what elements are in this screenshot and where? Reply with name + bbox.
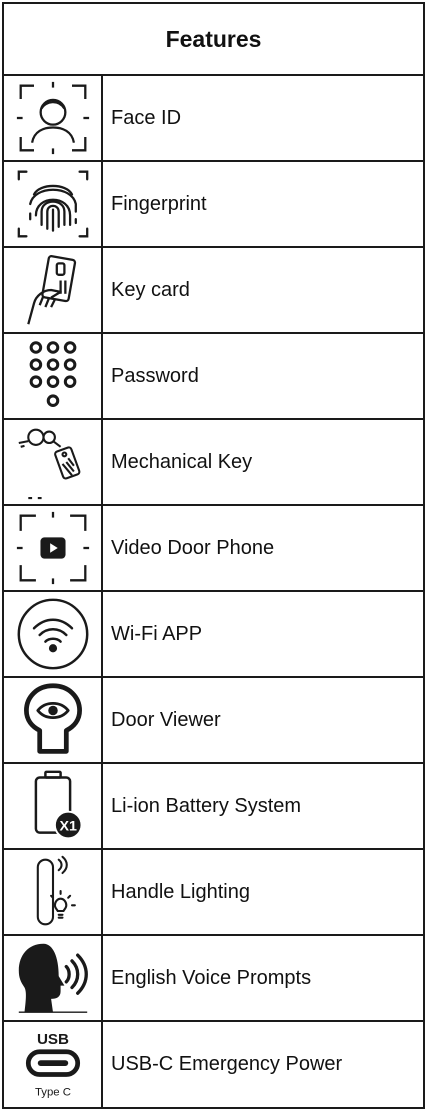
handle-lighting-icon <box>4 850 103 934</box>
feature-label: Face ID <box>111 106 182 129</box>
feature-label: Door Viewer <box>111 708 221 731</box>
feature-row-video-door-phone: Video Door Phone <box>4 506 423 592</box>
feature-label: Fingerprint <box>111 192 207 215</box>
feature-label: Li-ion Battery System <box>111 794 302 817</box>
feature-label: Video Door Phone <box>111 536 275 559</box>
feature-label: Wi-Fi APP <box>111 622 203 645</box>
feature-row-voice-prompts: English Voice Prompts <box>4 936 423 1022</box>
mechanical-key-icon <box>4 420 103 504</box>
voice-prompts-icon <box>4 936 103 1020</box>
feature-row-key-card: Key card <box>4 248 423 334</box>
feature-row-wifi-app: Wi-Fi APP <box>4 592 423 678</box>
feature-row-handle-lighting: Handle Lighting <box>4 850 423 936</box>
usb-text: USB <box>36 1031 68 1048</box>
fingerprint-icon <box>4 162 103 246</box>
video-door-phone-icon <box>4 506 103 590</box>
type-c-text: Type C <box>34 1086 70 1098</box>
door-viewer-icon <box>4 678 103 762</box>
feature-row-fingerprint: Fingerprint <box>4 162 423 248</box>
feature-label: USB-C Emergency Power <box>111 1053 343 1075</box>
feature-row-battery: X1 Li-ion Battery System <box>4 764 423 850</box>
usb-c-icon: USB Type C <box>4 1022 103 1107</box>
features-table: Features Face ID Fingerprint Key card Pa… <box>2 2 425 1109</box>
key-card-icon <box>4 248 103 332</box>
battery-badge: X1 <box>59 819 77 835</box>
keypad-icon <box>4 334 103 418</box>
table-header: Features <box>4 4 423 76</box>
table-title: Features <box>165 25 262 52</box>
wifi-icon <box>4 592 103 676</box>
feature-label: Handle Lighting <box>111 880 250 903</box>
feature-label: Mechanical Key <box>111 450 253 473</box>
feature-row-door-viewer: Door Viewer <box>4 678 423 764</box>
feature-label: English Voice Prompts <box>111 966 312 989</box>
feature-row-password: Password <box>4 334 423 420</box>
feature-row-face-id: Face ID <box>4 76 423 162</box>
feature-row-mechanical-key: Mechanical Key <box>4 420 423 506</box>
face-id-icon <box>4 76 103 160</box>
battery-icon: X1 <box>4 764 103 848</box>
feature-label: Password <box>111 364 199 387</box>
feature-row-usb-c: USB Type C USB-C Emergency Power <box>4 1022 423 1107</box>
feature-label: Key card <box>111 278 190 301</box>
